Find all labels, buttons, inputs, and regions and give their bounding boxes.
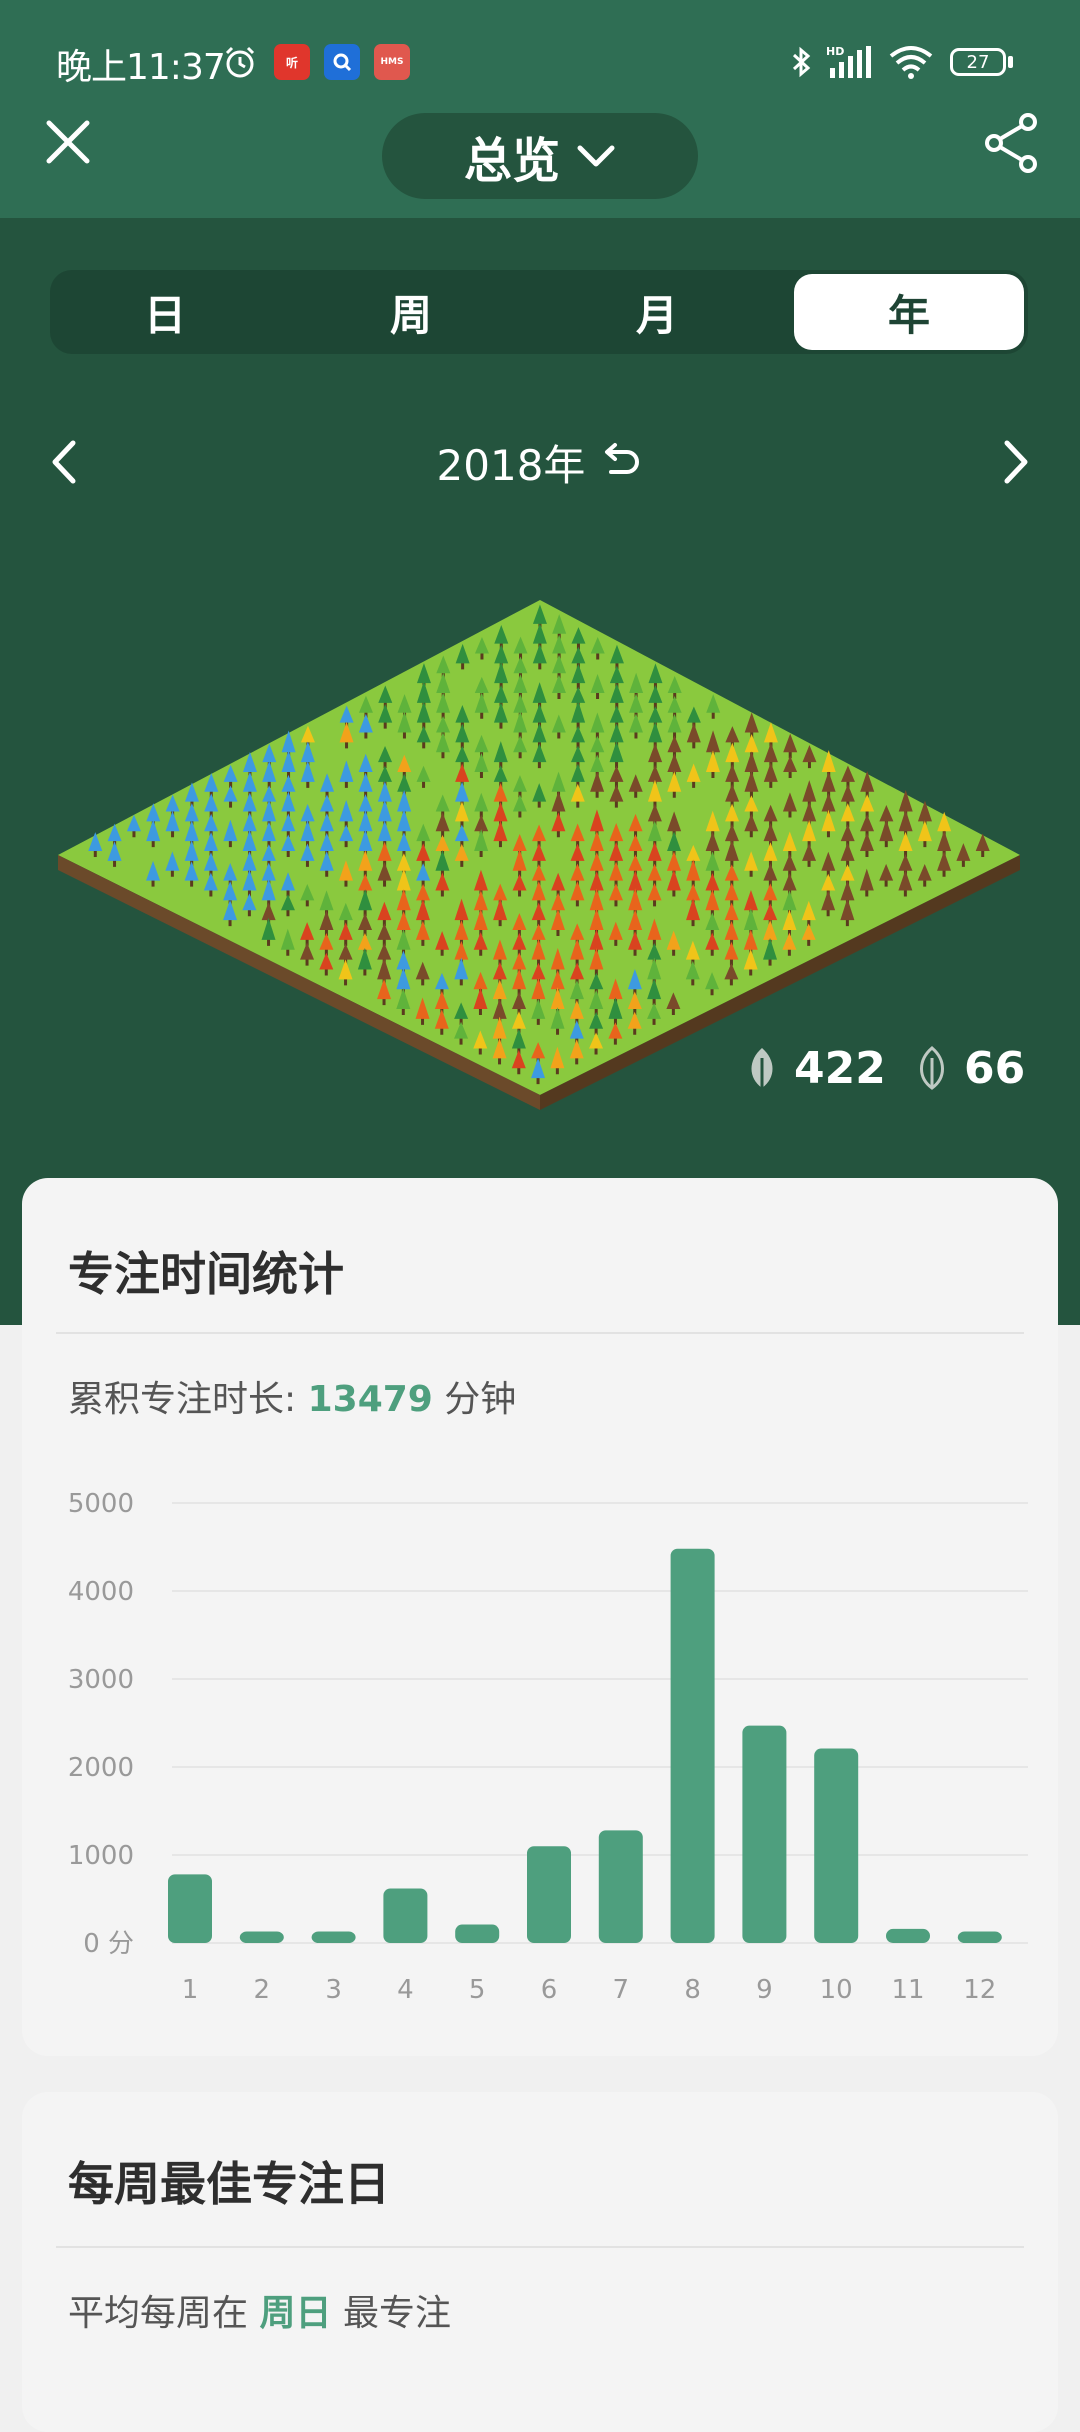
hms-app-icon: HMS (374, 44, 410, 80)
tab-label: 年 (887, 290, 930, 340)
focus-time-card: 专注时间统计 累积专注时长: 13479 分钟 0 分 1000 2000 3000 4… (22, 1178, 1058, 2056)
weekly-best-day-card: 每周最佳专注日 平均每周在 周日 最专注 (22, 2092, 1058, 2432)
chart-bar-month-7[interactable] (598, 1830, 643, 1943)
tab-month[interactable]: 月 (542, 274, 772, 350)
y-tick-label: 3000 (68, 1665, 134, 1695)
chart-bar-month-6[interactable] (527, 1846, 571, 1943)
chart-bar-month-4[interactable] (383, 1888, 428, 1943)
battery-level: 27 (966, 51, 990, 73)
alarm-icon (225, 46, 255, 78)
wifi-icon (889, 46, 933, 79)
x-tick-label: 7 (613, 1975, 630, 2005)
close-icon (46, 120, 90, 164)
chevron-right-icon (1004, 440, 1028, 484)
x-tick-label: 3 (325, 1975, 342, 2005)
y-tick-label: 1000 (68, 1841, 134, 1871)
date-nav: 2018年 (0, 432, 1080, 492)
healthy-tree-count: 422 (742, 1040, 886, 1096)
chart-bar-month-1[interactable] (168, 1874, 212, 1943)
year-label: 2018年 (436, 440, 586, 490)
share-icon (985, 113, 1037, 173)
x-tick-label: 2 (254, 1975, 271, 2005)
healthy-tree-value: 422 (794, 1042, 886, 1094)
next-year-button[interactable] (988, 430, 1044, 494)
network-type-label: HD (826, 45, 844, 58)
best-day-suffix: 最专注 (342, 2293, 451, 2334)
best-day-line: 平均每周在 周日 最专注 (68, 2284, 451, 2336)
y-tick-label: 5000 (68, 1489, 134, 1519)
monthly-focus-chart: 0 分10002000300040005000 1 2 3 4 5 6 7 8 9 10 11 12 (68, 1489, 1028, 2005)
y-tick-label: 2000 (68, 1753, 134, 1783)
chart-bar-month-9[interactable] (742, 1725, 787, 1943)
tab-year[interactable]: 年 (794, 274, 1024, 350)
close-button[interactable] (36, 110, 100, 174)
chart-bar-month-10[interactable] (814, 1748, 859, 1943)
reset-icon[interactable] (599, 442, 643, 482)
tab-label: 月 (635, 290, 678, 340)
chevron-down-icon (577, 145, 615, 167)
x-tick-label: 8 (684, 1975, 701, 2005)
y-tick-label: 4000 (68, 1577, 134, 1607)
chart-bar-month-11[interactable] (886, 1928, 930, 1943)
x-tick-label: 12 (963, 1975, 996, 2005)
dead-tree-value: 66 (964, 1042, 1026, 1094)
card-divider (56, 2246, 1024, 2248)
x-tick-label: 6 (541, 1975, 558, 2005)
chart-bar-month-12[interactable] (957, 1931, 1002, 1943)
signal-icon: HD (826, 45, 871, 78)
best-day-prefix: 平均每周在 (68, 2293, 249, 2334)
tab-day[interactable]: 日 (50, 274, 280, 350)
view-selector[interactable]: 总览 (382, 113, 698, 199)
battery-icon: 27 (950, 48, 1006, 76)
x-tick-label: 5 (469, 1975, 486, 2005)
tab-label: 日 (143, 290, 186, 340)
share-button[interactable] (976, 108, 1046, 178)
x-tick-label: 10 (820, 1975, 853, 2005)
x-tick-label: 4 (397, 1975, 414, 2005)
battery-tip (1008, 56, 1013, 68)
tab-label: 周 (389, 290, 432, 340)
x-tick-label: 11 (891, 1975, 924, 2005)
listen-app-icon: 听 (274, 44, 310, 80)
page-title: 总览 (463, 133, 560, 189)
status-time: 晚上11:37 (56, 47, 226, 88)
weekly-card-title: 每周最佳专注日 (68, 2157, 390, 2211)
chart-bar-month-8[interactable] (670, 1548, 715, 1943)
leaf-icon (751, 1048, 773, 1088)
withered-leaf-icon (920, 1046, 944, 1090)
search-app-icon (324, 44, 360, 80)
tab-week[interactable]: 周 (296, 274, 526, 350)
chart-bars (168, 1548, 1002, 1943)
dead-tree-count: 66 (912, 1040, 1025, 1096)
chart-x-axis: 1 2 3 4 5 6 7 8 9 10 11 12 (182, 1975, 997, 2005)
chart-y-axis: 0 分 1000 2000 3000 4000 5000 (68, 1489, 134, 1959)
chart-bar-month-2[interactable] (239, 1931, 284, 1943)
best-day-value: 周日 (259, 2293, 332, 2334)
y-tick-label: 0 分 (83, 1929, 134, 1959)
x-tick-label: 9 (756, 1975, 773, 2005)
bluetooth-icon (792, 46, 811, 78)
chart-bar-month-3[interactable] (311, 1931, 356, 1943)
forest-illustration (58, 600, 1020, 1110)
chart-bar-month-5[interactable] (455, 1924, 500, 1943)
x-tick-label: 1 (182, 1975, 199, 2005)
period-tabs: 日 周 月 年 (50, 270, 1028, 354)
